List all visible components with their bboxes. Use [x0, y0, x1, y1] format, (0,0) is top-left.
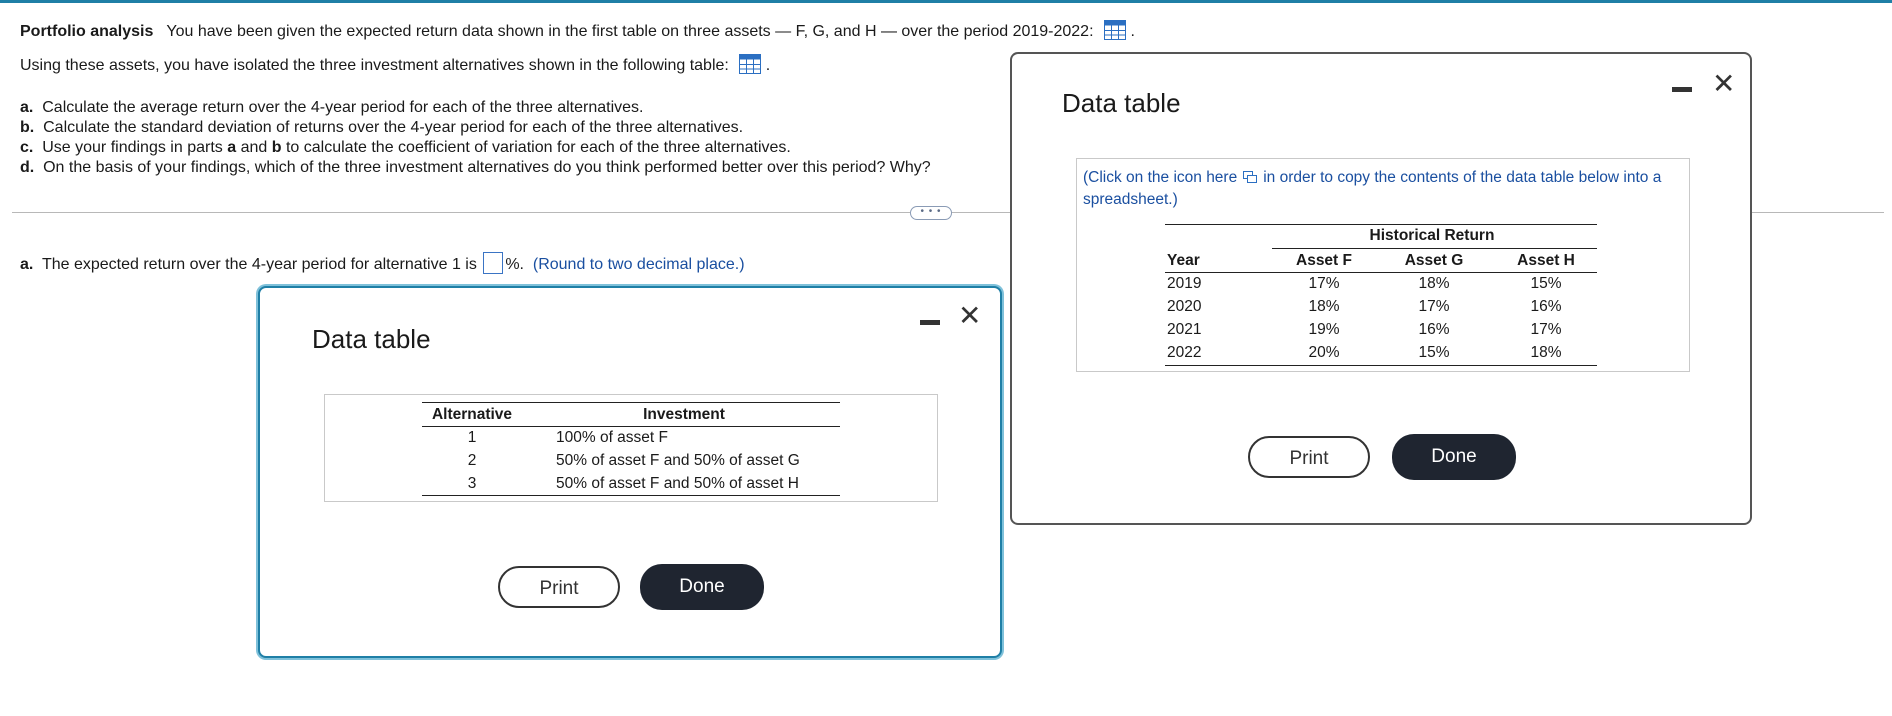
copy-icon[interactable]	[1243, 168, 1258, 183]
group-header: Historical Return	[1369, 227, 1495, 244]
question-b: b. Calculate the standard deviation of r…	[20, 119, 744, 136]
group-header-rule	[1272, 248, 1597, 249]
expand-more-button[interactable]: • • •	[910, 206, 952, 220]
dialog-title: Data table	[1062, 88, 1181, 118]
question-intro-text: You have been given the expected return …	[166, 23, 1094, 40]
table-icon[interactable]	[739, 54, 762, 74]
top-accent-bar	[0, 0, 1892, 3]
rounding-hint: (Round to two decimal place.)	[532, 256, 745, 273]
data-table-dialog-returns: Data table ✕ (Click on the icon here in o…	[1010, 52, 1752, 525]
col-header-asset-g: Asset G	[1404, 252, 1464, 269]
header-rule	[1165, 272, 1597, 273]
print-button[interactable]: Print	[498, 566, 620, 608]
col-header-investment: Investment	[643, 406, 725, 423]
section-divider-mid	[950, 212, 1010, 213]
header-rule	[422, 426, 840, 427]
minimize-icon[interactable]	[1672, 87, 1692, 92]
data-table-dialog-alternatives: Data table ✕ Alternative Investment 1 10…	[258, 286, 1002, 658]
copy-note: (Click on the icon here in order to copy …	[1083, 168, 1662, 208]
done-button[interactable]: Done	[640, 564, 764, 610]
table-rule-bottom	[1165, 365, 1597, 366]
question-line-2-text: Using these assets, you have isolated th…	[20, 57, 729, 74]
close-icon[interactable]: ✕	[958, 302, 981, 330]
question-intro: Portfolio analysis You have been given t…	[20, 20, 1135, 41]
table-rule-bottom	[422, 495, 840, 496]
done-button[interactable]: Done	[1392, 434, 1516, 480]
question-list: a. Calculate the average return over the…	[20, 98, 931, 178]
answer-input[interactable]	[483, 252, 504, 274]
table-rule-top	[422, 402, 840, 403]
col-header-alternative: Alternative	[431, 406, 513, 423]
question-line-2: Using these assets, you have isolated th…	[20, 54, 770, 75]
question-title: Portfolio analysis	[20, 23, 154, 40]
close-icon[interactable]: ✕	[1712, 70, 1735, 98]
answer-a: a. The expected return over the 4-year p…	[20, 252, 745, 274]
dialog-title: Data table	[312, 324, 431, 354]
section-divider-right	[1752, 212, 1884, 213]
table-icon[interactable]	[1103, 20, 1126, 40]
col-header-asset-f: Asset F	[1296, 252, 1352, 269]
col-header-year: Year	[1167, 252, 1200, 269]
print-button[interactable]: Print	[1248, 436, 1370, 478]
question-a: a. Calculate the average return over the…	[20, 99, 644, 116]
table-rule-top	[1165, 224, 1597, 225]
col-header-asset-h: Asset H	[1517, 252, 1575, 269]
question-d: d. On the basis of your findings, which …	[20, 159, 931, 176]
section-divider-left	[12, 212, 910, 213]
minimize-icon[interactable]	[920, 320, 940, 325]
question-c: c. Use your findings in parts a and b to…	[20, 139, 791, 156]
